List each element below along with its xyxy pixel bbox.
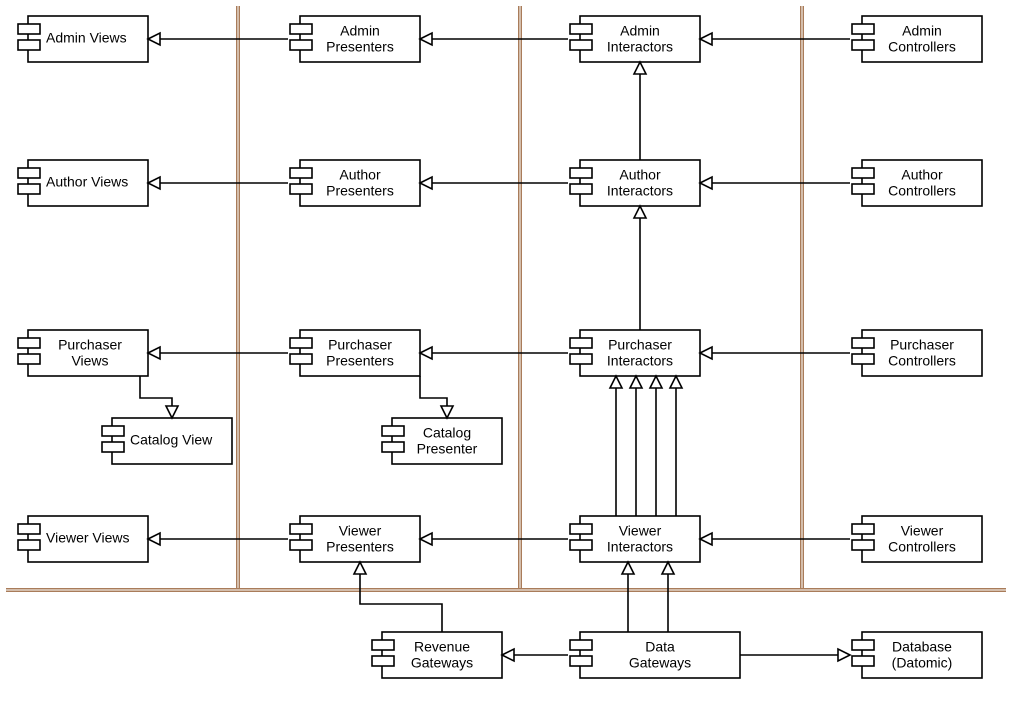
label-l1: Purchaser — [890, 337, 954, 353]
label-l1: Database — [892, 639, 952, 655]
component-author-views: Author Views — [18, 160, 148, 206]
label-l1: Admin — [902, 23, 942, 39]
label-l1: Admin — [340, 23, 380, 39]
label-l2: Interactors — [607, 39, 673, 55]
component-author-controllers: Author Controllers — [852, 160, 982, 206]
component-admin-presenters: Admin Presenters — [290, 16, 420, 62]
label: Admin Views — [46, 30, 127, 46]
label: Viewer Views — [46, 530, 130, 546]
component-catalog-view: Catalog View — [102, 418, 232, 464]
component-admin-interactors: Admin Interactors — [570, 16, 700, 62]
label-l2: Presenters — [326, 353, 394, 369]
label-l2: Presenters — [326, 39, 394, 55]
component-admin-controllers: Admin Controllers — [852, 16, 982, 62]
architecture-diagram: Admin Views Admin Presenters Admin Inter… — [0, 0, 1013, 701]
column-boundaries — [238, 6, 802, 590]
label-l1: Viewer — [901, 523, 944, 539]
label-l1: Admin — [620, 23, 660, 39]
label-l1: Viewer — [339, 523, 382, 539]
component-data-gateways: Data Gateways — [570, 632, 740, 678]
label-l2: Controllers — [888, 353, 956, 369]
label-l1: Author — [339, 167, 381, 183]
component-author-presenters: Author Presenters — [290, 160, 420, 206]
label-l1: Purchaser — [58, 337, 122, 353]
component-purchaser-presenters: Purchaser Presenters — [290, 330, 420, 376]
component-viewer-views: Viewer Views — [18, 516, 148, 562]
label-l2: Views — [71, 353, 108, 369]
label-l2: Gateways — [411, 655, 473, 671]
label-l2: Presenters — [326, 183, 394, 199]
component-purchaser-interactors: Purchaser Interactors — [570, 330, 700, 376]
label-l2: Interactors — [607, 183, 673, 199]
label-l2: Presenters — [326, 539, 394, 555]
label-l1: Author — [901, 167, 943, 183]
label-l1: Viewer — [619, 523, 662, 539]
label-l2: Controllers — [888, 539, 956, 555]
label: Catalog View — [130, 432, 213, 448]
component-database: Database (Datomic) — [852, 632, 982, 678]
label-l1: Catalog — [423, 425, 471, 441]
label-l1: Author — [619, 167, 661, 183]
component-purchaser-views: Purchaser Views — [18, 330, 148, 376]
label-l2: Gateways — [629, 655, 691, 671]
component-revenue-gateways: Revenue Gateways — [372, 632, 502, 678]
component-catalog-presenter: Catalog Presenter — [382, 418, 502, 464]
label-l1: Purchaser — [328, 337, 392, 353]
label-l1: Purchaser — [608, 337, 672, 353]
component-admin-views: Admin Views — [18, 16, 148, 62]
component-viewer-controllers: Viewer Controllers — [852, 516, 982, 562]
component-author-interactors: Author Interactors — [570, 160, 700, 206]
label-l2: Presenter — [417, 441, 478, 457]
component-viewer-interactors: Viewer Interactors — [570, 516, 700, 562]
label-l1: Data — [645, 639, 675, 655]
label-l1: Revenue — [414, 639, 470, 655]
arrows — [140, 33, 850, 661]
component-viewer-presenters: Viewer Presenters — [290, 516, 420, 562]
label-l2: Interactors — [607, 353, 673, 369]
component-purchaser-controllers: Purchaser Controllers — [852, 330, 982, 376]
label: Author Views — [46, 174, 128, 190]
label-l2: Interactors — [607, 539, 673, 555]
label-l2: Controllers — [888, 183, 956, 199]
label-l2: (Datomic) — [892, 655, 953, 671]
label-l2: Controllers — [888, 39, 956, 55]
